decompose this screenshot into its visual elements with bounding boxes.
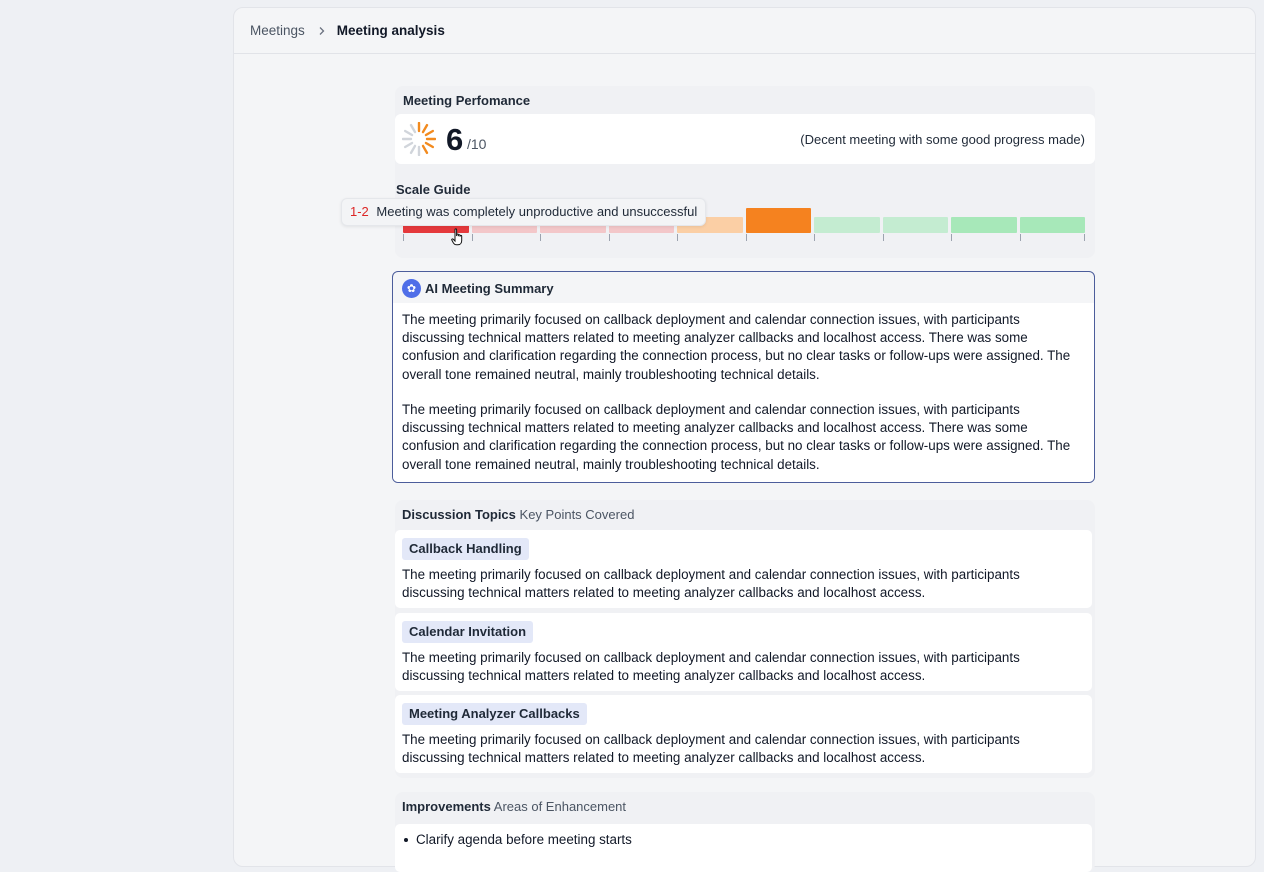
scale-segment[interactable] xyxy=(814,217,880,233)
topic-tag: Calendar Invitation xyxy=(402,621,534,643)
topic-tag: Callback Handling xyxy=(402,538,529,560)
brain-icon: ✿ xyxy=(402,278,421,298)
scale-tick xyxy=(540,234,541,241)
topic-item: Calendar Invitation The meeting primaril… xyxy=(395,613,1092,691)
improvements-header: Improvements Areas of Enhancement xyxy=(402,799,626,814)
score-gauge-icon xyxy=(402,122,436,156)
score-value: 6 xyxy=(446,122,464,157)
topic-text: The meeting primarily focused on callbac… xyxy=(402,567,1020,601)
scale-tick xyxy=(677,234,678,241)
scale-tick xyxy=(471,234,473,241)
discussion-topics-header: Discussion Topics Key Points Covered xyxy=(402,507,634,522)
improvements-list: Clarify agenda before meeting starts xyxy=(395,824,1092,872)
improvement-item: Clarify agenda before meeting starts xyxy=(404,832,632,847)
scale-tick xyxy=(882,234,884,241)
scale-tooltip: 1-2 Meeting was completely unproductive … xyxy=(341,198,707,226)
hand-pointer-icon xyxy=(451,228,463,246)
topic-item: Meeting Analyzer Callbacks The meeting p… xyxy=(395,695,1092,773)
topic-tag: Meeting Analyzer Callbacks xyxy=(402,703,587,725)
tooltip-range: 1-2 xyxy=(350,204,369,219)
discussion-topics-title: Discussion Topics xyxy=(402,507,516,522)
scale-tick xyxy=(951,234,952,241)
scale-tick xyxy=(608,234,610,241)
ai-summary-body: The meeting primarily focused on callbac… xyxy=(393,303,1094,482)
score-description: (Decent meeting with some good progress … xyxy=(800,132,1085,147)
scale-tick xyxy=(403,234,404,241)
scale-segment[interactable] xyxy=(1019,217,1085,233)
bullet-dot xyxy=(404,837,408,842)
scale-tick xyxy=(814,234,815,241)
tooltip-text: Meeting was completely unproductive and … xyxy=(376,204,698,219)
improvements-card: Improvements Areas of Enhancement Clarif… xyxy=(395,792,1095,872)
discussion-topics-subtitle: Key Points Covered xyxy=(519,507,635,522)
score-box: 6 /10 (Decent meeting with some good pro… xyxy=(395,114,1095,164)
ai-summary-header: ✿ AI Meeting Summary xyxy=(402,278,554,298)
scale-tick xyxy=(745,234,747,241)
improvements-subtitle: Areas of Enhancement xyxy=(493,799,627,814)
scale-tick xyxy=(1084,234,1085,241)
ai-summary-card: ✿ AI Meeting Summary The meeting primari… xyxy=(392,271,1095,483)
performance-title: Meeting Perfomance xyxy=(403,93,531,108)
improvement-text: Clarify agenda before meeting starts xyxy=(416,832,632,847)
chevron-right-icon xyxy=(319,26,325,35)
scale-guide-title: Scale Guide xyxy=(396,182,471,197)
summary-paragraph: The meeting primarily focused on callbac… xyxy=(402,402,1071,472)
topic-text: The meeting primarily focused on callbac… xyxy=(402,732,1020,766)
scale-segment[interactable] xyxy=(882,217,948,233)
summary-paragraph: The meeting primarily focused on callbac… xyxy=(402,312,1071,382)
topic-item: Callback Handling The meeting primarily … xyxy=(395,530,1092,608)
breadcrumb-current: Meeting analysis xyxy=(336,23,445,38)
topic-text: The meeting primarily focused on callbac… xyxy=(402,650,1020,684)
breadcrumb: Meetings Meeting analysis xyxy=(250,23,445,38)
performance-card: Meeting Perfomance 6 /10 (Decent meeting… xyxy=(395,86,1095,258)
breadcrumb-meetings-link[interactable]: Meetings xyxy=(250,23,305,38)
discussion-topics-card: Discussion Topics Key Points Covered Cal… xyxy=(395,500,1095,778)
scale-tick xyxy=(1019,234,1021,241)
scale-segment[interactable] xyxy=(951,217,1017,233)
improvements-title: Improvements xyxy=(402,799,491,814)
scale-segment[interactable] xyxy=(745,208,811,233)
score-max: /10 xyxy=(467,136,487,152)
ai-summary-title: AI Meeting Summary xyxy=(425,280,554,296)
top-bar: Meetings Meeting analysis xyxy=(234,8,1255,54)
